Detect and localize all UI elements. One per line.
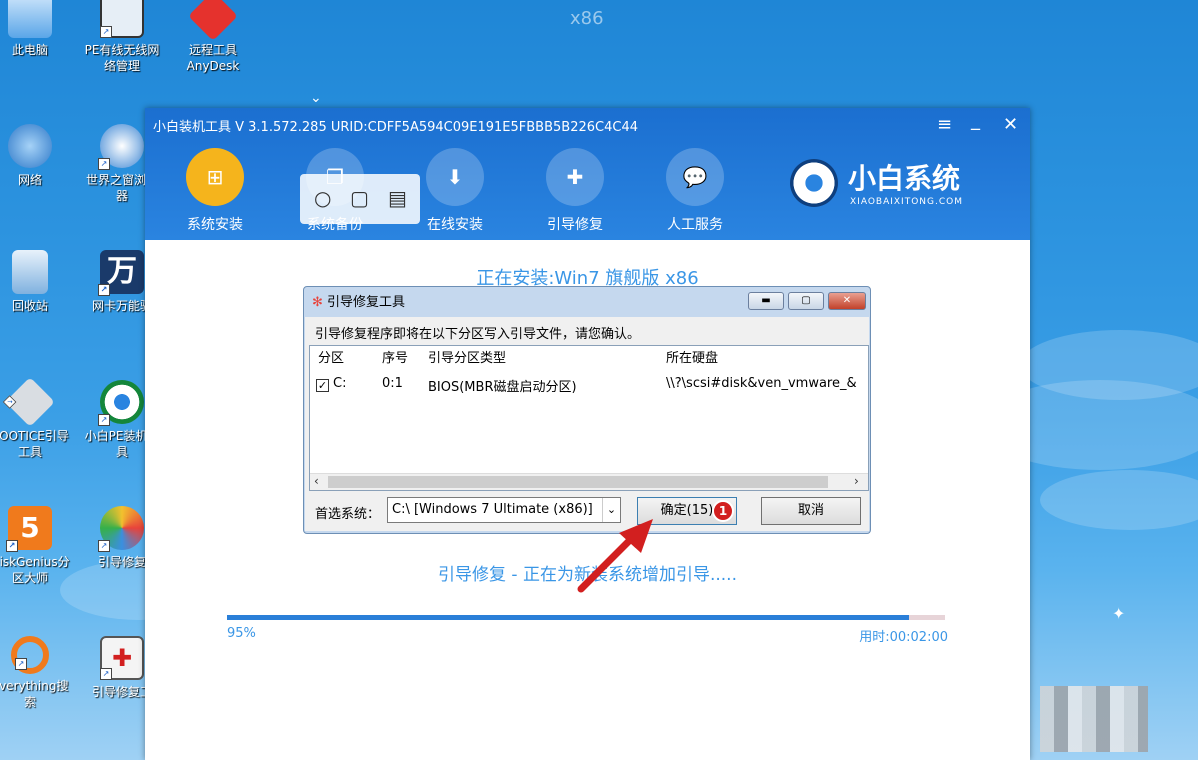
elapsed-time: 用时:00:02:00 [859,630,948,645]
anydesk-icon [188,0,238,41]
chat-icon[interactable]: ▢ [350,186,369,210]
scroll-thumb[interactable] [328,476,828,488]
close-button[interactable]: ✕ [1003,114,1018,135]
dialog-message: 引导修复程序即将在以下分区写入引导文件，请您确认。 [315,327,641,342]
nav-online-install[interactable]: ⬇ 在线安装 [415,148,495,234]
xiaobai-pe-icon: ↗ [98,380,144,426]
horizontal-scrollbar[interactable]: ‹ › [310,473,868,490]
logo-mark-icon [790,159,838,207]
pixelated-region [1040,686,1148,752]
dialog-maximize-button[interactable]: ▢ [788,292,824,310]
recycle-bin-icon [12,250,48,294]
row-checkbox[interactable]: ✓ [316,379,329,392]
scroll-right-icon[interactable]: › [854,474,859,488]
preferred-system-label: 首选系统： [315,507,381,522]
app-header: 小白装机工具 V 3.1.572.285 URID:CDFF5A594C09E1… [145,108,1030,240]
everything-search-icon: ↗ [11,636,49,674]
nav-system-install[interactable]: ⊞ 系统安装 [175,148,255,234]
dialog-body: 引导修复程序即将在以下分区写入引导文件，请您确认。 分区 序号 引导分区类型 所… [305,317,869,531]
progress-fill [227,615,910,620]
desktop-icon-anydesk[interactable]: 远程工具AnyDesk [173,0,253,74]
desktop-icon-bootice[interactable]: ↗ BOOTICE引导工具 [0,377,70,460]
sparkle-icon: ✦ [1112,604,1126,623]
type-cell: BIOS(MBR磁盘启动分区) [428,380,577,395]
minimize-button[interactable]: _ [971,110,980,131]
column-header[interactable]: 所在硬盘 [666,346,718,372]
diskgenius-icon: 5 ↗ [6,506,52,552]
menu-icon[interactable]: ≡ [937,114,952,135]
step-badge: 1 [712,500,734,522]
nav-human-service[interactable]: 💬 人工服务 [655,148,735,234]
note-icon[interactable]: ▤ [388,186,407,210]
dialog-close-button[interactable]: ✕ [828,292,866,310]
brand-logo: 小白系统 XIAOBAIXITONG.COM [790,153,990,213]
desktop-watermark: x86 [570,8,604,29]
toolkit-icon: ✚ [546,148,604,206]
bootice-icon: ↗ [2,377,55,427]
partition-list[interactable]: 分区 序号 引导分区类型 所在硬盘 ✓ C: 0:1 BIOS(MBR磁盘启动分区… [309,345,869,491]
repair-kit-icon: ✚ ↗ [100,636,144,680]
search-icon[interactable]: ○ [314,186,331,210]
nav-boot-repair[interactable]: ✚ 引导修复 [535,148,615,234]
desktop-icon-this-pc[interactable]: 此电脑 [0,0,70,58]
progress-percent: 95% [227,626,256,641]
column-header[interactable]: 序号 [382,346,408,372]
scroll-left-icon[interactable]: ‹ [314,474,319,488]
driver-wan-icon: 万 ↗ [98,250,144,296]
pinwheel-icon: ✻ [312,295,323,310]
desktop-icon-diskgenius[interactable]: 5↗ DiskGenius分区大师 [0,506,70,586]
partition-cell[interactable]: ✓ C: [316,376,346,392]
desktop-icon-recycle-bin[interactable]: 回收站 [0,250,70,314]
pointer-arrow-icon [577,519,653,593]
window-title: 小白装机工具 V 3.1.572.285 URID:CDFF5A594C09E1… [153,120,638,135]
download-icon: ⬇ [426,148,484,206]
dialog-title: ✻ 引导修复工具 [312,295,406,310]
index-cell: 0:1 [382,376,403,391]
chat-bubble-icon: 💬 [666,148,724,206]
column-header[interactable]: 分区 [318,346,344,372]
dialog-minimize-button[interactable]: ▬ [748,292,784,310]
cancel-button[interactable]: 取消 [761,497,861,525]
chevron-down-icon: ⌄ [310,90,322,106]
column-header[interactable]: 引导分区类型 [428,346,506,372]
progress-bar [227,615,945,620]
desktop-icon-network-manager[interactable]: ↗ PE有线无线网络管理 [82,0,162,74]
network-globe-icon [8,124,52,168]
floating-toolbox: ○ ▢ ▤ [300,174,420,224]
boot-repair-dialog: ✻ 引导修复工具 ▬ ▢ ✕ 引导修复程序即将在以下分区写入引导文件，请您确认。… [303,286,871,534]
network-manager-icon: ↗ [100,0,144,38]
computer-icon [8,0,52,38]
desktop-icon-everything[interactable]: ↗ Everything搜索 [0,636,70,710]
browser-globe-icon: ↗ [98,124,144,170]
desktop-icon-network[interactable]: 网络 [0,124,70,188]
install-icon: ⊞ [186,148,244,206]
disk-cell: \\?\scsi#disk&ven_vmware_& [666,376,857,391]
pinwheel-icon: ↗ [98,506,144,552]
